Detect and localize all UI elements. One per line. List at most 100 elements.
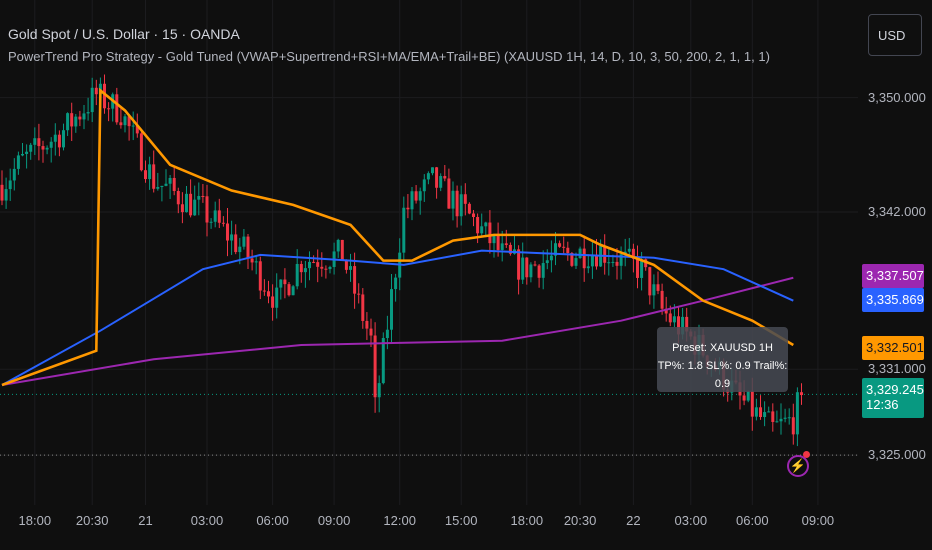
candle-body	[357, 293, 361, 295]
candle-body	[578, 248, 582, 259]
candle-body	[439, 176, 443, 188]
candle-body	[463, 194, 467, 204]
candle-body	[139, 133, 143, 171]
time-axis-label: 21	[138, 513, 153, 528]
candle-body	[197, 196, 201, 200]
candle-body	[496, 235, 500, 250]
candle-body	[217, 210, 221, 223]
candle-body	[234, 234, 238, 253]
candle-body	[238, 246, 242, 253]
candle-body	[566, 247, 570, 254]
candle-body	[12, 168, 16, 181]
candle-body	[275, 287, 279, 308]
candle-body	[246, 236, 250, 259]
time-axis-label: 18:00	[510, 513, 544, 528]
candle-body	[504, 243, 508, 245]
candle-body	[271, 296, 275, 308]
candle-body	[86, 112, 90, 114]
tooltip-params: TP%: 1.8 SL%: 0.9 Trail%: 0.9	[657, 360, 788, 390]
candle-body	[254, 261, 258, 263]
candle-body	[672, 316, 676, 323]
candle-body	[529, 264, 533, 278]
candle-body	[361, 294, 365, 321]
time-axis-label: 20:30	[75, 513, 109, 528]
candle-body	[443, 176, 447, 179]
time-axis-label: 03:00	[190, 513, 224, 528]
candle-body	[308, 261, 311, 269]
candle-body	[611, 261, 615, 263]
candle-body	[287, 284, 291, 296]
candle-body	[660, 290, 664, 309]
candle-body	[558, 243, 562, 247]
candle-body	[656, 284, 660, 291]
time-axis-label: 09:00	[801, 513, 835, 528]
candle-body	[78, 116, 82, 120]
lightning-icon[interactable]: ⚡	[787, 455, 809, 477]
candle-body	[279, 279, 283, 288]
candle-body	[627, 248, 631, 252]
candle-body	[45, 147, 49, 150]
candle-body	[791, 417, 795, 435]
candle-body	[123, 116, 127, 126]
candle-body	[152, 164, 156, 189]
candle-body	[771, 411, 775, 422]
candle-body	[336, 239, 340, 252]
symbol-title[interactable]: Gold Spot / U.S. Dollar · 15 · OANDA	[8, 26, 240, 42]
candle-body	[21, 153, 24, 156]
candle-body	[775, 421, 779, 423]
candle-body	[303, 268, 307, 273]
candle-body	[250, 258, 254, 263]
candle-body	[0, 184, 4, 201]
candle-body	[545, 260, 549, 264]
candle-body	[160, 185, 164, 188]
candle-body	[353, 266, 357, 294]
candle-body	[607, 262, 611, 264]
candle-body	[316, 262, 320, 267]
currency-button[interactable]: USD	[868, 14, 922, 56]
candle-body	[213, 210, 217, 222]
candle-body	[377, 383, 381, 398]
candle-body	[586, 266, 590, 269]
candle-body	[549, 255, 553, 261]
candle-body	[201, 196, 205, 198]
time-axis-label: 09:00	[317, 513, 351, 528]
time-axis-label: 06:00	[256, 513, 289, 528]
candle-body	[226, 223, 229, 241]
tooltip-preset: Preset: XAUUSD 1H	[672, 342, 773, 354]
price-tag: 3,337.507	[862, 264, 924, 289]
candle-body	[394, 277, 398, 290]
candle-body	[615, 261, 619, 266]
candle-body	[283, 279, 287, 285]
time-axis-label: 18:00	[18, 513, 52, 528]
candle-body	[168, 177, 172, 184]
candle-body	[324, 268, 328, 270]
candle-body	[340, 239, 344, 261]
candle-body	[431, 167, 434, 174]
candle-body	[492, 235, 496, 244]
candle-body	[410, 191, 414, 210]
notification-dot	[803, 451, 810, 458]
candle-body	[107, 108, 111, 110]
candle-body	[33, 138, 37, 145]
candle-body	[94, 87, 98, 95]
candle-body	[25, 151, 29, 154]
candle-body	[418, 191, 422, 201]
candle-body	[299, 263, 303, 273]
candle-body	[209, 221, 213, 223]
candle-body	[763, 412, 767, 418]
candle-body	[787, 417, 791, 419]
candle-body	[131, 125, 135, 127]
candle-body	[176, 190, 180, 205]
candle-body	[467, 203, 471, 214]
candle-body	[435, 167, 439, 188]
candle-body	[70, 113, 74, 127]
candle-body	[472, 213, 475, 218]
last-price: 3,329.245	[866, 382, 924, 397]
price-chart[interactable]	[0, 0, 858, 505]
indicator-legend[interactable]: PowerTrend Pro Strategy - Gold Tuned (VW…	[8, 49, 770, 64]
candle-body	[291, 286, 295, 296]
candle-body	[344, 260, 348, 270]
candle-body	[459, 194, 463, 217]
candle-body	[390, 289, 393, 330]
candle-body	[82, 113, 86, 120]
